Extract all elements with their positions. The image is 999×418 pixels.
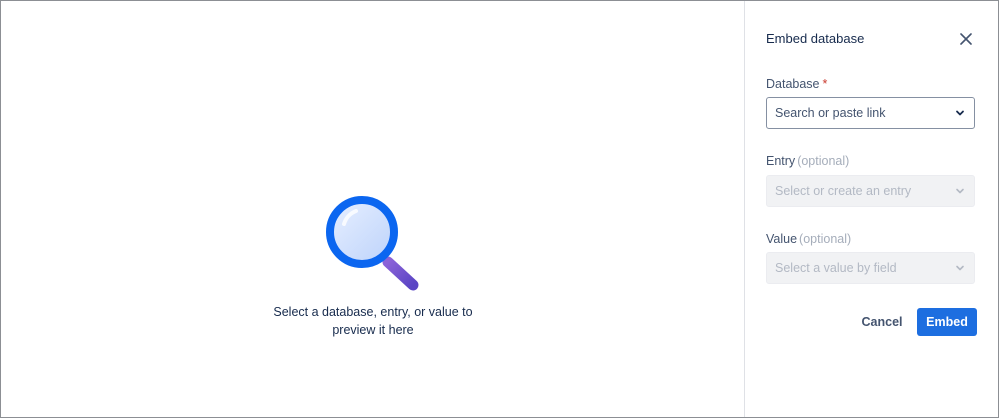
- database-select-placeholder: Search or paste link: [775, 106, 886, 120]
- entry-label: Entry (optional): [766, 154, 849, 168]
- close-button[interactable]: [955, 28, 977, 50]
- preview-message-line2: preview it here: [332, 323, 414, 337]
- value-label: Value (optional): [766, 232, 851, 246]
- embed-panel: Embed database Database * Search or paste…: [745, 1, 998, 417]
- entry-select[interactable]: Select or create an entry: [766, 175, 975, 207]
- required-marker: *: [822, 77, 828, 91]
- panel-title: Embed database: [766, 31, 865, 46]
- chevron-down-icon: [954, 262, 966, 274]
- chevron-down-icon: [954, 185, 966, 197]
- chevron-down-icon: [954, 107, 966, 119]
- close-icon: [960, 33, 972, 45]
- entry-select-placeholder: Select or create an entry: [775, 184, 912, 198]
- database-label-text: Database: [766, 77, 820, 91]
- magnifying-glass-icon: [322, 194, 422, 294]
- value-select[interactable]: Select a value by field: [766, 252, 975, 284]
- database-label: Database *: [766, 77, 827, 91]
- embed-button[interactable]: Embed: [917, 308, 977, 336]
- entry-label-text: Entry: [766, 154, 796, 168]
- preview-empty-message: Select a database, entry, or value to pr…: [253, 303, 493, 339]
- value-select-placeholder: Select a value by field: [775, 261, 897, 275]
- cancel-button[interactable]: Cancel: [853, 308, 911, 336]
- preview-area: Select a database, entry, or value to pr…: [1, 1, 744, 417]
- value-label-text: Value: [766, 232, 798, 246]
- database-select[interactable]: Search or paste link: [766, 97, 975, 129]
- value-optional-text: (optional): [799, 232, 852, 246]
- entry-optional-text: (optional): [797, 154, 850, 168]
- embed-database-dialog: Select a database, entry, or value to pr…: [0, 0, 999, 418]
- preview-message-line1: Select a database, entry, or value to: [273, 305, 473, 319]
